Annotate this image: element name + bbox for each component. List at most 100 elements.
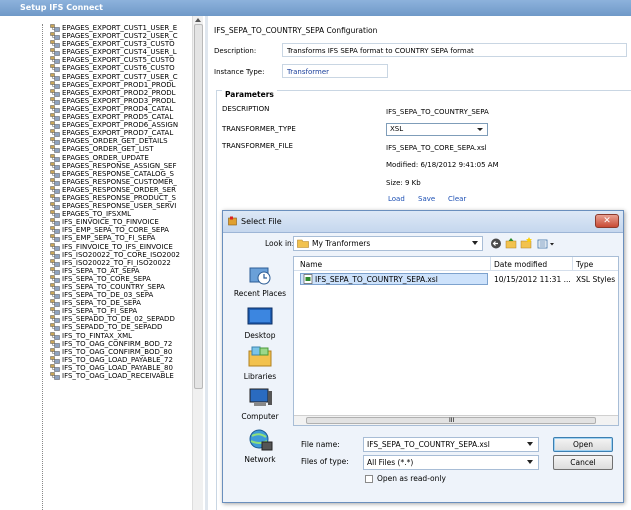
place-desktop[interactable]: Desktop (229, 306, 291, 340)
tree-item[interactable]: EPAGES_EXPORT_CUST6_CUSTO (50, 64, 192, 72)
tree-item[interactable]: IFS_EMP_SEPA_TO_CORE_SEPA (50, 226, 192, 234)
tree-item-label: EPAGES_EXPORT_PROD4_CATAL (62, 104, 174, 113)
param-description-value[interactable]: IFS_SEPA_TO_COUNTRY_SEPA (386, 108, 489, 116)
tree-item[interactable]: IFS_TO_OAG_LOAD_PAYABLE_80 (50, 364, 192, 372)
tree-item[interactable]: EPAGES_TO_IFSXML (50, 210, 192, 218)
files-of-type-select[interactable]: All Files (*.*) (363, 455, 539, 470)
tree-item[interactable]: IFS_TO_OAG_CONFIRM_BOD_72 (50, 340, 192, 348)
tree-item-label: EPAGES_EXPORT_PROD5_CATAL (62, 113, 174, 122)
tree-item[interactable]: IFS_EMP_SEPA_TO_FI_SEPA (50, 234, 192, 242)
tree-item[interactable]: IFS_SEPA_TO_AT_SEPA (50, 267, 192, 275)
chevron-down-icon (472, 241, 478, 245)
tree-vertical-scrollbar[interactable] (192, 16, 203, 510)
navigation-toolbar[interactable] (489, 236, 559, 251)
tree-item[interactable]: EPAGES_RESPONSE_CATALOG_S (50, 170, 192, 178)
look-in-select[interactable]: My Tranformers (293, 236, 483, 251)
tree-item[interactable]: IFS_SEPA_TO_FI_SEPA (50, 307, 192, 315)
tree-item[interactable]: EPAGES_RESPONSE_CUSTOMER_ (50, 178, 192, 186)
file-list[interactable]: Name Date modified Type IFS_SEPA_TO_COUN… (293, 256, 619, 426)
tree-item[interactable]: EPAGES_RESPONSE_ORDER_SER (50, 186, 192, 194)
transformer-type-select[interactable]: XSL (386, 123, 488, 136)
tree-item[interactable]: EPAGES_EXPORT_CUST2_USER_C (50, 32, 192, 40)
scroll-thumb[interactable] (194, 24, 203, 389)
tree-item[interactable]: EPAGES_ORDER_GET_LIST (50, 145, 192, 153)
transformer-tree[interactable]: EPAGES_EXPORT_CUST1_USER_E EPAGES_EXPORT_… (0, 16, 205, 510)
transformer-icon (50, 80, 60, 89)
file-row[interactable]: IFS_SEPA_TO_COUNTRY_SEPA.xsl 10/15/2012 … (300, 273, 618, 285)
transformer-icon (50, 331, 60, 340)
close-button[interactable]: ✕ (595, 214, 619, 228)
transformer-icon (50, 275, 60, 283)
tree-item[interactable]: IFS_SEPA_TO_DE_03_SEPA (50, 291, 192, 299)
tree-item[interactable]: EPAGES_EXPORT_CUST3_CUSTO (50, 40, 192, 48)
column-name[interactable]: Name (300, 260, 322, 269)
tree-item-label: IFS_TO_OAG_CONFIRM_BOD_72 (62, 339, 173, 348)
place-computer[interactable]: Computer (229, 387, 291, 421)
tree-item[interactable]: IFS_SEPA_TO_COUNTRY_SEPA (50, 283, 192, 291)
save-link[interactable]: Save (418, 195, 435, 203)
load-link[interactable]: Load (388, 195, 405, 203)
tree-item[interactable]: EPAGES_ORDER_GET_DETAILS (50, 137, 192, 145)
read-only-checkbox[interactable] (365, 475, 373, 483)
tree-item-label: IFS_TO_OAG_LOAD_PAYABLE_72 (62, 355, 173, 364)
tree-item[interactable]: EPAGES_EXPORT_PROD6_ASSIGN (50, 121, 192, 129)
tree-item[interactable]: IFS_FINVOICE_TO_IFS_EINVOICE (50, 243, 192, 251)
tree-item[interactable]: IFS_ISO20022_TO_FI_ISO20022 (50, 259, 192, 267)
transformer-icon (50, 137, 60, 146)
file-name-input[interactable]: IFS_SEPA_TO_COUNTRY_SEPA.xsl (363, 437, 539, 452)
transformer-icon (50, 89, 60, 97)
tree-item[interactable]: EPAGES_EXPORT_PROD1_PRODL (50, 81, 192, 89)
file-size: Size: 9 Kb (386, 179, 421, 187)
tree-item[interactable]: EPAGES_ORDER_UPDATE (50, 154, 192, 162)
dialog-titlebar[interactable]: Select File ✕ (223, 211, 623, 233)
tree-item[interactable]: EPAGES_EXPORT_PROD5_CATAL (50, 113, 192, 121)
transformer-icon (50, 299, 60, 307)
tree-item[interactable]: EPAGES_EXPORT_PROD7_CATAL (50, 129, 192, 137)
column-date-modified[interactable]: Date modified (494, 260, 547, 269)
tree-item[interactable]: EPAGES_EXPORT_PROD3_PRODL (50, 97, 192, 105)
tree-item[interactable]: IFS_TO_FINTAX_XML (50, 332, 192, 340)
open-button[interactable]: Open (553, 437, 613, 452)
instance-type-field[interactable]: Transformer (282, 64, 388, 78)
place-recent[interactable]: Recent Places (229, 262, 291, 298)
transformer-icon (50, 226, 60, 235)
tree-item[interactable]: EPAGES_EXPORT_CUST7_USER_C (50, 73, 192, 81)
scroll-up-arrow-icon[interactable] (195, 18, 201, 22)
tree-item[interactable]: EPAGES_EXPORT_PROD4_CATAL (50, 105, 192, 113)
file-list-horizontal-scrollbar[interactable]: III (294, 415, 618, 425)
tree-item[interactable]: IFS_TO_OAG_LOAD_RECEIVABLE (50, 372, 192, 380)
cancel-button[interactable]: Cancel (553, 455, 613, 470)
tree-item[interactable]: IFS_EINVOICE_TO_FINVOICE (50, 218, 192, 226)
place-libraries[interactable]: Libraries (229, 345, 291, 381)
tree-item[interactable]: EPAGES_EXPORT_CUST4_USER_L (50, 48, 192, 56)
param-type-label: TRANSFORMER_TYPE (222, 125, 296, 133)
place-network[interactable]: Network (229, 428, 291, 464)
file-name-value: IFS_SEPA_TO_COUNTRY_SEPA.xsl (367, 440, 490, 449)
tree-item-label: IFS_EINVOICE_TO_FINVOICE (62, 218, 159, 227)
transformer-icon (50, 283, 60, 291)
chevron-down-icon (527, 442, 533, 446)
read-only-label[interactable]: Open as read-only (377, 474, 446, 483)
tree-item[interactable]: IFS_SEPA_TO_DE_SEPA (50, 299, 192, 307)
tree-item[interactable]: EPAGES_RESPONSE_PRODUCT_S (50, 194, 192, 202)
tree-item[interactable]: EPAGES_EXPORT_CUST5_CUSTO (50, 56, 192, 64)
tree-item[interactable]: IFS_SEPA_TO_CORE_SEPA (50, 275, 192, 283)
tree-item[interactable]: IFS_TO_OAG_LOAD_PAYABLE_72 (50, 356, 192, 364)
tree-item-label: IFS_TO_FINTAX_XML (62, 331, 133, 340)
description-field[interactable]: Transforms IFS SEPA format to COUNTRY SE… (282, 43, 627, 57)
tree-item[interactable]: IFS_SEPADD_TO_DE_02_SEPADD (50, 315, 192, 323)
tree-item[interactable]: IFS_SEPADD_TO_DE_SEPADD (50, 323, 192, 331)
tree-item[interactable]: EPAGES_RESPONSE_USER_SERVI (50, 202, 192, 210)
select-file-dialog: Select File ✕ Look in: My Tranformers Re… (222, 210, 624, 503)
tree-item-label: EPAGES_ORDER_GET_LIST (62, 145, 154, 154)
tree-item[interactable]: EPAGES_RESPONSE_ASSIGN_SEF (50, 162, 192, 170)
tree-item[interactable]: EPAGES_EXPORT_CUST1_USER_E (50, 24, 192, 32)
column-type[interactable]: Type (576, 260, 593, 269)
tree-list[interactable]: EPAGES_EXPORT_CUST1_USER_E EPAGES_EXPORT_… (50, 24, 192, 380)
tree-item[interactable]: EPAGES_EXPORT_PROD2_PRODL (50, 89, 192, 97)
tree-item[interactable]: IFS_TO_OAG_CONFIRM_BOD_80 (50, 348, 192, 356)
transformer-icon (50, 169, 60, 178)
tree-item[interactable]: IFS_ISO20022_TO_CORE_ISO2002 (50, 251, 192, 259)
desktop-icon (247, 307, 273, 325)
clear-link[interactable]: Clear (448, 195, 466, 203)
